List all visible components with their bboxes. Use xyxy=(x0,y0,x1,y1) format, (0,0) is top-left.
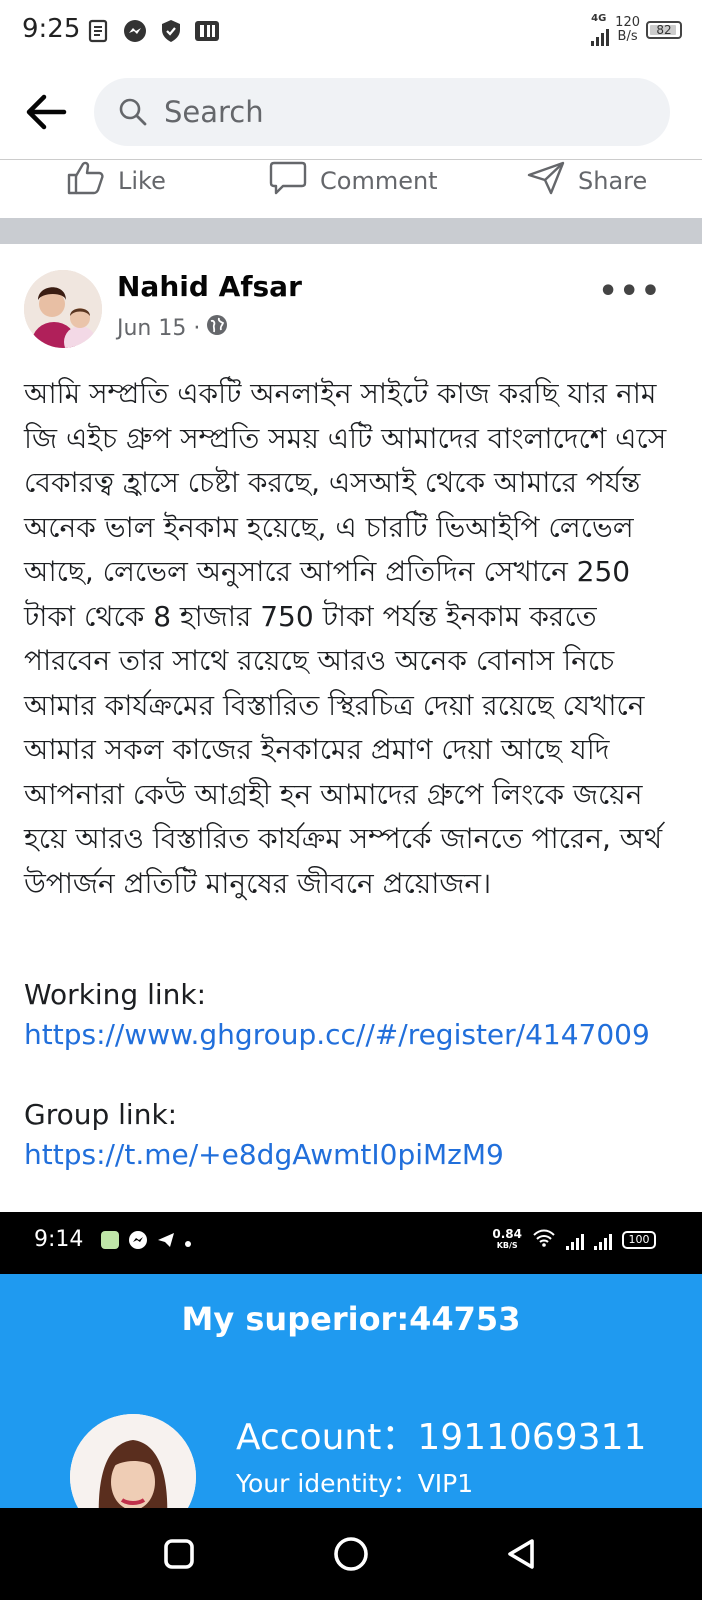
messenger-icon xyxy=(128,1230,148,1254)
messenger-icon xyxy=(122,18,148,44)
status-time: 9:25 xyxy=(22,14,81,44)
system-indicators: 4G 120 B/s 82 xyxy=(591,14,682,46)
app-icon xyxy=(100,1230,120,1254)
feed-divider xyxy=(0,218,702,244)
like-label: Like xyxy=(118,167,166,195)
back-triangle-icon[interactable] xyxy=(497,1530,545,1578)
post-text: আমি সম্প্রতি একটি অনলাইন সাইটে কাজ করছি … xyxy=(24,377,667,900)
post-author[interactable]: Nahid Afsar xyxy=(117,270,302,303)
share-label: Share xyxy=(578,167,648,195)
comment-label: Comment xyxy=(320,167,438,195)
more-options-icon[interactable]: ••• xyxy=(598,274,662,309)
recent-apps-icon[interactable] xyxy=(155,1530,203,1578)
account-number: Account：1911069311 xyxy=(236,1417,647,1458)
post-date[interactable]: Jun 15 · xyxy=(117,316,200,341)
thumbs-up-icon xyxy=(66,160,106,202)
superior-text: My superior:44753 xyxy=(181,1300,521,1338)
profile-avatar xyxy=(70,1414,196,1508)
search-icon xyxy=(118,96,150,128)
shield-icon xyxy=(158,18,184,44)
home-icon[interactable] xyxy=(327,1530,375,1578)
embedded-status-bar: 9:14 0.84 KB/S 100 xyxy=(0,1212,702,1274)
search-placeholder: Search xyxy=(164,95,264,129)
comment-button[interactable]: Comment xyxy=(268,160,438,202)
wifi-icon xyxy=(532,1228,556,1251)
system-navigation-bar xyxy=(0,1508,702,1600)
share-icon xyxy=(526,160,566,202)
post-image[interactable]: 9:14 0.84 KB/S 100 My superior:44753 Acc… xyxy=(0,1212,702,1508)
group-link[interactable]: https://t.me/+e8dgAwmtI0piMzM9 xyxy=(24,1138,504,1171)
dot-icon xyxy=(184,1233,192,1252)
back-arrow-icon[interactable] xyxy=(22,88,70,136)
share-button[interactable]: Share xyxy=(526,160,647,202)
embedded-app-screen: My superior:44753 Account：1911069311 You… xyxy=(0,1274,702,1508)
search-input[interactable]: Search xyxy=(94,78,670,146)
embedded-time: 9:14 xyxy=(34,1227,84,1252)
like-button[interactable]: Like xyxy=(66,160,166,202)
signal-icon-2 xyxy=(594,1230,612,1250)
embedded-battery-icon: 100 xyxy=(622,1230,656,1249)
document-icon xyxy=(86,18,112,44)
post-meta: Jun 15 · xyxy=(117,314,228,342)
telegram-icon xyxy=(156,1230,176,1254)
avatar[interactable] xyxy=(24,270,102,348)
globe-icon xyxy=(206,314,228,342)
top-bar: Search xyxy=(0,64,702,160)
cellular-signal-icon: 4G xyxy=(591,14,610,46)
post-action-bar: Like Comment Share xyxy=(0,160,702,218)
embedded-network-speed: 0.84 KB/S xyxy=(492,1226,522,1250)
embedded-system-indicators: 0.84 KB/S 100 xyxy=(492,1228,656,1251)
status-bar: 9:25 4G 120 B/s 82 xyxy=(0,0,702,64)
app-icon xyxy=(194,18,220,44)
battery-icon: 82 xyxy=(646,21,682,39)
embedded-notification-icons xyxy=(100,1230,192,1254)
signal-icon xyxy=(566,1230,584,1250)
group-link-label: Group link: xyxy=(24,1098,178,1131)
network-speed: 120 B/s xyxy=(615,15,640,44)
notification-icons xyxy=(86,18,220,44)
working-link[interactable]: https://www.ghgroup.cc//#/register/41470… xyxy=(24,1018,650,1051)
identity-level: Your identity：VIP1 xyxy=(236,1469,474,1498)
comment-icon xyxy=(268,160,308,202)
working-link-label: Working link: xyxy=(24,978,207,1011)
post-header: Nahid Afsar Jun 15 · ••• xyxy=(0,244,702,354)
